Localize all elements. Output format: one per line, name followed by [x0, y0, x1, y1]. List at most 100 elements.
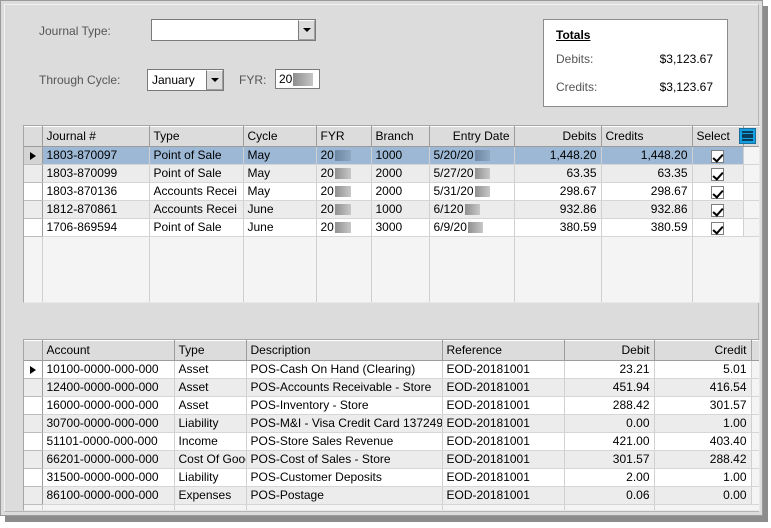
table-row[interactable]: 86100-0000-000-000 Expenses POS-Postage EOD…	[24, 486, 759, 505]
select-cell[interactable]	[692, 164, 744, 183]
account-cell: 30700-0000-000-000	[42, 414, 175, 433]
table-row[interactable]: 10100-0000-000-000 Asset POS-Cash On Hand …	[24, 360, 759, 379]
row-indicator-cell[interactable]	[24, 146, 43, 165]
fyr-label: FYR:	[239, 73, 267, 87]
details-column-header-reference[interactable]: Reference	[442, 340, 565, 361]
row-gutter-cell	[751, 360, 759, 379]
grid-empty-cell	[514, 236, 602, 302]
row-indicator-cell[interactable]	[24, 200, 43, 219]
cycle-cell: June	[243, 218, 317, 237]
reference-cell: EOD-20181001	[442, 450, 565, 469]
credit-cell: 1.00	[654, 414, 752, 433]
table-row[interactable]: 1803-870136 Accounts Recei May 20 2000 5/31/2…	[24, 182, 759, 201]
reference-cell: EOD-20181001	[442, 486, 565, 505]
details-column-header-description[interactable]: Description	[246, 340, 443, 361]
journal-number-cell: 1803-870097	[42, 146, 150, 165]
journals-column-header-debits[interactable]: Debits	[514, 126, 602, 147]
row-indicator-cell[interactable]	[24, 414, 43, 433]
redaction-block	[474, 186, 490, 198]
row-indicator-cell[interactable]	[24, 164, 43, 183]
table-row[interactable]: 1706-869594 Point of Sale June 20 3000 6/9/20…	[24, 218, 759, 237]
table-row[interactable]: 51101-0000-000-000 Income POS-Store Sales …	[24, 432, 759, 451]
checkbox-checked-icon[interactable]	[711, 149, 724, 163]
table-row[interactable]: 66201-0000-000-000 Cost Of Good POS-Cost o…	[24, 450, 759, 469]
entry-date-cell: 6/120	[429, 200, 515, 219]
journals-column-header-cycle[interactable]: Cycle	[243, 126, 317, 147]
through-cycle-dropdown-button[interactable]	[206, 70, 223, 90]
row-indicator-cell[interactable]	[24, 218, 43, 237]
journals-column-header-branch[interactable]: Branch	[371, 126, 430, 147]
details-column-header-type[interactable]: Type	[174, 340, 247, 361]
chevron-down-icon	[210, 78, 219, 82]
table-row[interactable]: 16000-0000-000-000 Asset POS-Inventory - S…	[24, 396, 759, 415]
checkbox-checked-icon[interactable]	[711, 185, 724, 199]
checkbox-checked-icon[interactable]	[711, 221, 724, 235]
row-indicator-cell[interactable]	[24, 360, 43, 379]
fyr-cell: 20	[316, 146, 372, 165]
row-indicator-cell[interactable]	[24, 450, 43, 469]
journals-column-header-type[interactable]: Type	[149, 126, 244, 147]
select-cell[interactable]	[692, 218, 744, 237]
details-indicator-header	[24, 340, 43, 361]
branch-cell: 2000	[371, 182, 430, 201]
credit-cell: 1.00	[654, 468, 752, 487]
details-body: 10100-0000-000-000 Asset POS-Cash On Hand …	[24, 360, 759, 510]
totals-credits-label: Credits:	[556, 80, 598, 94]
select-cell[interactable]	[692, 200, 744, 219]
grid-empty-area	[24, 504, 759, 510]
journals-column-header-journal[interactable]: Journal #	[42, 126, 150, 147]
row-gutter-cell	[743, 164, 759, 183]
details-column-header-account[interactable]: Account	[42, 340, 175, 361]
description-cell: POS-Inventory - Store	[246, 396, 443, 415]
row-indicator-arrow-icon	[29, 366, 36, 375]
details-header-gutter	[751, 340, 759, 361]
select-cell[interactable]	[692, 146, 744, 165]
description-cell: POS-Customer Deposits	[246, 468, 443, 487]
select-cell[interactable]	[692, 182, 744, 201]
through-cycle-value: January	[152, 73, 195, 87]
details-column-header-debit[interactable]: Debit	[564, 340, 655, 361]
details-column-header-credit[interactable]: Credit	[654, 340, 752, 361]
checkbox-checked-icon[interactable]	[711, 167, 724, 181]
row-indicator-cell[interactable]	[24, 486, 43, 505]
journals-grid[interactable]: Journal # Type Cycle FYR Branch Entry Date Deb…	[23, 125, 760, 303]
totals-debits-value: $3,123.67	[659, 52, 713, 66]
grid-empty-area	[24, 236, 759, 302]
row-indicator-cell[interactable]	[24, 396, 43, 415]
column-chooser-icon[interactable]	[739, 128, 756, 144]
grid-empty-cell	[601, 236, 693, 302]
credit-cell: 0.00	[654, 486, 752, 505]
table-row[interactable]: 1803-870097 Point of Sale May 20 1000 5/20/20…	[24, 146, 759, 165]
journal-type-dropdown-button[interactable]	[298, 20, 315, 40]
row-gutter-cell	[743, 182, 759, 201]
row-indicator-cell[interactable]	[24, 378, 43, 397]
journal-type-combobox[interactable]	[151, 19, 316, 41]
row-indicator-cell[interactable]	[24, 432, 43, 451]
journals-column-header-entry-date[interactable]: Entry Date	[429, 126, 515, 147]
row-indicator-cell[interactable]	[24, 468, 43, 487]
redaction-block	[334, 222, 351, 234]
journals-column-header-select[interactable]: Select	[692, 126, 744, 147]
totals-title: Totals	[556, 28, 591, 42]
checkbox-checked-icon[interactable]	[711, 203, 724, 217]
entry-date-cell: 5/31/20	[429, 182, 515, 201]
journals-column-header-fyr[interactable]: FYR	[316, 126, 372, 147]
redaction-block	[293, 72, 314, 86]
table-row[interactable]: 1812-870861 Accounts Recei June 20 1000 6/120…	[24, 200, 759, 219]
account-type-cell: Income	[174, 432, 247, 451]
journals-column-header-credits[interactable]: Credits	[601, 126, 693, 147]
row-gutter-cell	[751, 378, 759, 397]
row-indicator-cell[interactable]	[24, 182, 43, 201]
table-row[interactable]: 12400-0000-000-000 Asset POS-Accounts Rece…	[24, 378, 759, 397]
grid-empty-cell	[564, 504, 655, 510]
table-row[interactable]: 1803-870099 Point of Sale May 20 2000 5/27/20…	[24, 164, 759, 183]
through-cycle-combobox[interactable]: January	[147, 69, 224, 91]
table-row[interactable]: 31500-0000-000-000 Liability POS-Customer …	[24, 468, 759, 487]
branch-cell: 2000	[371, 164, 430, 183]
details-grid[interactable]: Account Type Description Reference Debit Cred…	[23, 339, 760, 511]
table-row[interactable]: 30700-0000-000-000 Liability POS-M&I - Vis…	[24, 414, 759, 433]
fyr-input[interactable]: 20	[275, 69, 320, 89]
branch-cell: 1000	[371, 200, 430, 219]
fyr-value: 20	[279, 72, 293, 86]
journal-type-cell: Point of Sale	[149, 218, 244, 237]
